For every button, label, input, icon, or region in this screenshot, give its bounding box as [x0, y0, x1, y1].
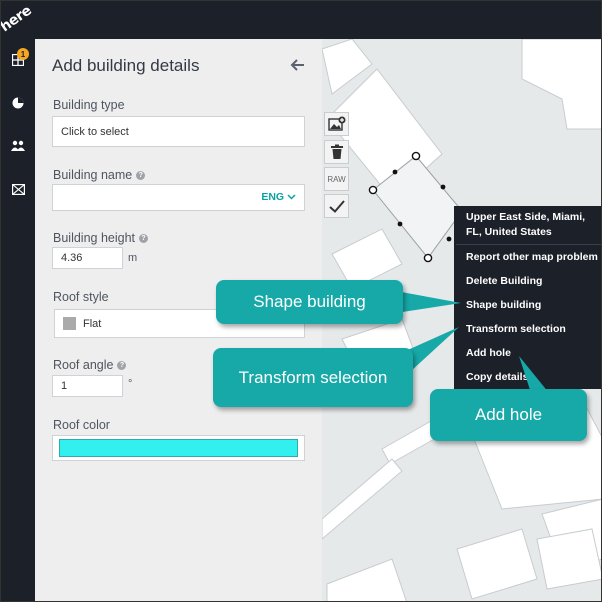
roof-angle-input[interactable]: 1	[52, 375, 123, 397]
help-icon[interactable]: ?	[136, 170, 146, 180]
back-button[interactable]	[289, 56, 307, 74]
arrow-left-icon	[290, 59, 304, 71]
help-icon[interactable]: ?	[139, 233, 149, 243]
roof-color-label: Roof color	[53, 418, 110, 432]
checkmark-icon	[328, 199, 345, 213]
building-type-select[interactable]: Click to select	[52, 116, 305, 147]
rail-item-stats[interactable]	[7, 92, 29, 114]
trash-icon	[330, 144, 343, 159]
callout-add-hole: Add hole	[430, 389, 587, 441]
panel-title: Add building details	[52, 56, 200, 75]
confirm-button[interactable]	[324, 194, 349, 218]
roof-style-label: Roof style	[53, 290, 109, 304]
building-height-label: Building height?	[53, 231, 149, 245]
chevron-down-icon	[287, 194, 296, 200]
language-dropdown[interactable]: ENG	[261, 191, 296, 203]
menu-item-add-hole[interactable]: Add hole	[466, 347, 511, 359]
building-height-input[interactable]: 4.36	[52, 247, 123, 269]
roof-angle-label: Roof angle?	[53, 358, 127, 372]
image-add-icon	[327, 116, 345, 131]
notification-badge: 1	[17, 48, 29, 60]
here-logo[interactable]: here	[1, 1, 35, 39]
rail-item-messages[interactable]	[7, 178, 29, 200]
envelope-icon	[11, 183, 25, 195]
height-unit: m	[128, 252, 138, 264]
context-menu-location: Upper East Side, Miami, FL, United State…	[466, 211, 586, 238]
help-icon[interactable]: ?	[117, 360, 127, 370]
delete-button[interactable]	[324, 140, 349, 164]
context-menu-divider	[456, 244, 601, 245]
angle-unit: °	[128, 378, 133, 390]
raw-button[interactable]: RAW	[324, 167, 349, 191]
app-window: here 1 Add building details Building typ…	[0, 0, 602, 602]
callout-transform-selection: Transform selection	[213, 348, 413, 407]
left-rail	[1, 39, 35, 601]
building-type-label: Building type	[53, 98, 125, 112]
menu-item-delete-building[interactable]: Delete Building	[466, 275, 542, 287]
callout-shape-building: Shape building	[216, 280, 403, 324]
roof-color-swatch	[59, 439, 298, 457]
building-name-input[interactable]: ENG	[52, 184, 305, 211]
roof-color-picker[interactable]	[52, 435, 305, 461]
rail-item-community[interactable]	[7, 135, 29, 157]
menu-item-transform-selection[interactable]: Transform selection	[466, 323, 566, 335]
roof-style-swatch	[63, 317, 76, 330]
pie-chart-icon	[12, 97, 24, 109]
people-icon	[11, 140, 25, 151]
building-name-label: Building name?	[53, 168, 146, 182]
add-image-button[interactable]	[324, 112, 349, 136]
top-bar: here	[1, 1, 601, 39]
menu-item-report-problem[interactable]: Report other map problem	[466, 251, 598, 263]
menu-item-copy-details[interactable]: Copy details	[466, 371, 528, 383]
menu-item-shape-building[interactable]: Shape building	[466, 299, 541, 311]
